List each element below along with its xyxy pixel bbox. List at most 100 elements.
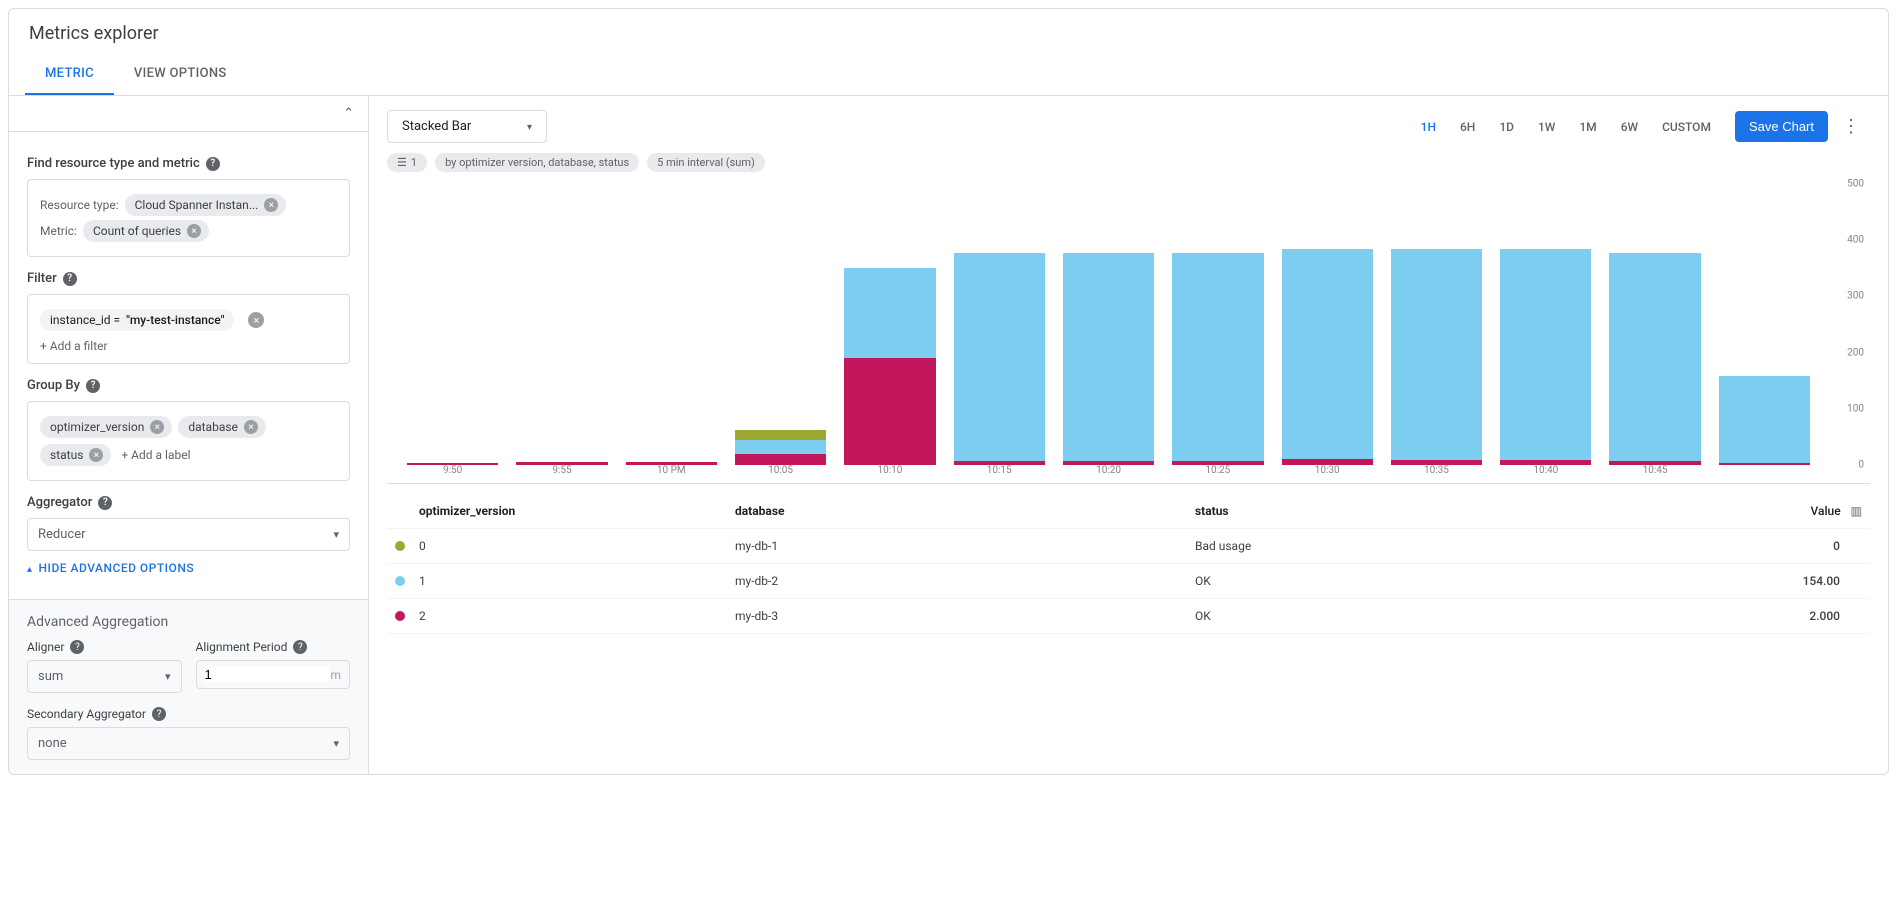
collapse-panel-button[interactable]: ⌃ bbox=[9, 96, 368, 132]
legend-table: optimizer_version database status Value … bbox=[387, 494, 1870, 634]
bar-slot bbox=[626, 184, 717, 465]
x-tick: 10:15 bbox=[954, 465, 1045, 483]
chevron-up-icon bbox=[27, 561, 33, 575]
legend-header-status: status bbox=[1195, 504, 1761, 518]
y-tick: 200 bbox=[1847, 347, 1864, 358]
legend-header-database: database bbox=[735, 504, 1195, 518]
bar-slot bbox=[735, 184, 826, 465]
groupby-chip-database[interactable]: database× bbox=[178, 416, 266, 438]
time-range-1h[interactable]: 1H bbox=[1411, 114, 1446, 140]
legend-header-optimizer: optimizer_version bbox=[419, 504, 515, 518]
legend-row[interactable]: 1my-db-2OK154.00 bbox=[387, 564, 1870, 599]
legend-row[interactable]: 2my-db-3OK2.000 bbox=[387, 599, 1870, 634]
alignment-period-label: Alignment Period ? bbox=[196, 640, 351, 654]
y-tick: 100 bbox=[1847, 403, 1864, 414]
bar-slot bbox=[844, 184, 935, 465]
bar-slot bbox=[1282, 184, 1373, 465]
bar-slot bbox=[407, 184, 498, 465]
tab-metric[interactable]: METRIC bbox=[25, 54, 114, 95]
help-icon[interactable]: ? bbox=[206, 157, 220, 171]
aligner-label: Aligner ? bbox=[27, 640, 182, 654]
chevron-down-icon bbox=[333, 527, 339, 542]
groupby-chip-status[interactable]: status× bbox=[40, 444, 111, 466]
aggregator-label: Aggregator ? bbox=[27, 495, 350, 510]
main: Stacked Bar 1H6H1D1W1M6WCUSTOM Save Chart… bbox=[369, 96, 1888, 774]
x-tick: 10:20 bbox=[1063, 465, 1154, 483]
bar-slot bbox=[1063, 184, 1154, 465]
close-icon[interactable]: × bbox=[89, 448, 103, 462]
interval-chip[interactable]: 5 min interval (sum) bbox=[647, 153, 765, 172]
add-filter-link[interactable]: + Add a filter bbox=[40, 339, 337, 353]
bar-slot bbox=[516, 184, 607, 465]
resource-type-label: Resource type: bbox=[40, 198, 119, 212]
remove-filter-icon[interactable]: × bbox=[248, 312, 264, 328]
bar-slot bbox=[1609, 184, 1700, 465]
resource-type-chip[interactable]: Cloud Spanner Instan... × bbox=[125, 194, 287, 216]
tabs: METRIC VIEW OPTIONS bbox=[9, 54, 1888, 96]
x-tick: 10 PM bbox=[626, 465, 717, 483]
x-tick: 10:45 bbox=[1609, 465, 1700, 483]
bar-slot bbox=[1719, 184, 1810, 465]
secondary-aggregator-select[interactable]: none bbox=[27, 727, 350, 760]
x-tick: 9:55 bbox=[516, 465, 607, 483]
legend-header-value: Value bbox=[1761, 504, 1841, 518]
columns-icon[interactable]: ▥ bbox=[1851, 504, 1862, 518]
y-tick: 0 bbox=[1858, 460, 1864, 471]
metric-chip[interactable]: Count of queries × bbox=[83, 220, 209, 242]
bar-slot bbox=[1500, 184, 1591, 465]
chevron-down-icon bbox=[527, 119, 532, 134]
alignment-period-input[interactable]: m bbox=[196, 660, 351, 689]
close-icon[interactable]: × bbox=[150, 420, 164, 434]
time-range-1m[interactable]: 1M bbox=[1569, 114, 1606, 140]
groupby-label: Group By ? bbox=[27, 378, 350, 393]
series-color-dot bbox=[395, 541, 405, 551]
help-icon[interactable]: ? bbox=[152, 707, 166, 721]
metric-label: Metric: bbox=[40, 224, 77, 238]
series-color-dot bbox=[395, 611, 405, 621]
y-tick: 500 bbox=[1847, 179, 1864, 190]
add-groupby-label[interactable]: + Add a label bbox=[121, 448, 190, 462]
time-range-1w[interactable]: 1W bbox=[1528, 114, 1565, 140]
chevron-down-icon bbox=[165, 669, 171, 684]
help-icon[interactable]: ? bbox=[63, 272, 77, 286]
legend-row[interactable]: 0my-db-1Bad usage0 bbox=[387, 529, 1870, 564]
close-icon[interactable]: × bbox=[244, 420, 258, 434]
bar-slot bbox=[1172, 184, 1263, 465]
groupby-chip-optimizer_version[interactable]: optimizer_version× bbox=[40, 416, 172, 438]
close-icon[interactable]: × bbox=[187, 224, 201, 238]
x-tick: 10:25 bbox=[1172, 465, 1263, 483]
bar-slot bbox=[1391, 184, 1482, 465]
close-icon[interactable]: × bbox=[264, 198, 278, 212]
aggregator-select[interactable]: Reducer bbox=[27, 518, 350, 551]
help-icon[interactable]: ? bbox=[293, 640, 307, 654]
filter-label: Filter ? bbox=[27, 271, 350, 286]
x-tick: 9:50 bbox=[407, 465, 498, 483]
save-chart-button[interactable]: Save Chart bbox=[1735, 111, 1828, 142]
x-tick: 10:40 bbox=[1500, 465, 1591, 483]
aligner-select[interactable]: sum bbox=[27, 660, 182, 693]
time-range-1d[interactable]: 1D bbox=[1489, 114, 1524, 140]
y-tick: 400 bbox=[1847, 235, 1864, 246]
help-icon[interactable]: ? bbox=[70, 640, 84, 654]
more-options-icon[interactable]: ⋮ bbox=[1832, 110, 1870, 143]
x-tick: 10:05 bbox=[735, 465, 826, 483]
page-title: Metrics explorer bbox=[9, 9, 1888, 54]
alignment-period-field[interactable] bbox=[205, 667, 331, 682]
tab-view-options[interactable]: VIEW OPTIONS bbox=[114, 54, 247, 95]
help-icon[interactable]: ? bbox=[98, 496, 112, 510]
filter-summary-chip[interactable]: ☰ 1 bbox=[387, 153, 427, 172]
alignment-period-unit: m bbox=[330, 668, 341, 682]
x-tick bbox=[1719, 465, 1810, 483]
time-range-6w[interactable]: 6W bbox=[1611, 114, 1648, 140]
help-icon[interactable]: ? bbox=[86, 379, 100, 393]
time-range-custom[interactable]: CUSTOM bbox=[1652, 114, 1721, 140]
hide-advanced-toggle[interactable]: HIDE ADVANCED OPTIONS bbox=[27, 561, 350, 575]
chart-type-select[interactable]: Stacked Bar bbox=[387, 110, 547, 143]
grouping-chip[interactable]: by optimizer version, database, status bbox=[435, 153, 639, 172]
filter-chip[interactable]: instance_id = "my-test-instance" bbox=[40, 309, 234, 331]
secondary-aggregator-label: Secondary Aggregator ? bbox=[27, 707, 350, 721]
time-range-6h[interactable]: 6H bbox=[1450, 114, 1485, 140]
x-tick: 10:10 bbox=[844, 465, 935, 483]
y-tick: 300 bbox=[1847, 291, 1864, 302]
find-metric-label: Find resource type and metric ? bbox=[27, 156, 350, 171]
